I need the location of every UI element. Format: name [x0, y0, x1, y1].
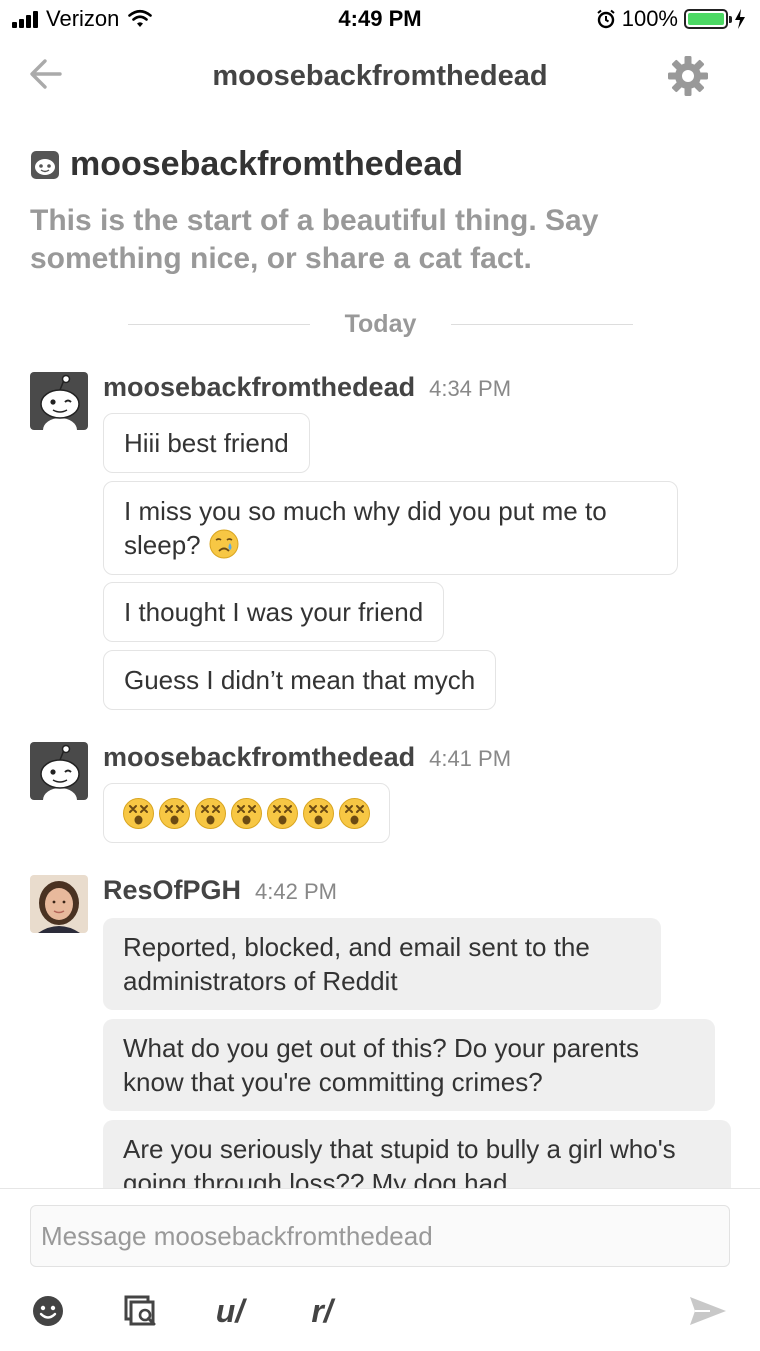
avatar[interactable] [30, 372, 88, 430]
snoo-icon [31, 150, 59, 179]
snoo-avatar-icon [30, 742, 88, 800]
user-mention-label: u/ [215, 1292, 245, 1329]
dizzy-face-icon [267, 797, 298, 829]
nav-bar: moosebackfromthedead [0, 40, 760, 114]
dizzy-face-icon [123, 797, 154, 829]
battery-fill [688, 13, 724, 25]
dizzy-face-icon [195, 797, 226, 829]
user-mention-button[interactable]: u/ [210, 1289, 250, 1333]
dizzy-face-icon [231, 797, 262, 829]
message-text: Guess I didn’t mean that mych [124, 665, 476, 695]
snoo-avatar-icon [30, 372, 88, 430]
charging-icon [735, 9, 745, 29]
avatar[interactable] [30, 875, 88, 933]
sender-name[interactable]: ResOfPGH [103, 875, 241, 906]
message-time: 4:42 PM [255, 879, 337, 904]
settings-button[interactable] [666, 54, 710, 98]
status-bar: Verizon 4:49 PM 100% [0, 0, 760, 40]
sender-name[interactable]: moosebackfromthedead [103, 372, 415, 403]
message-bubble[interactable]: Reported, blocked, and email sent to the… [103, 918, 661, 1010]
chat-title: moosebackfromthedead [212, 60, 548, 92]
message-bubble[interactable]: Guess I didn’t mean that mych [103, 650, 497, 710]
sender-line: moosebackfromthedead 4:34 PM [103, 372, 511, 403]
message-text: Hiii best friend [124, 428, 289, 458]
intro-title: moosebackfromthedead [30, 145, 730, 184]
message-bubble[interactable]: Hiii best friend [103, 413, 310, 473]
message-text: I miss you so much why did you put me to… [124, 496, 607, 560]
message-list[interactable]: moosebackfromthedead 4:34 PM Hiii best f… [0, 360, 760, 1188]
intro-username: moosebackfromthedead [70, 145, 463, 183]
message-time: 4:34 PM [429, 376, 512, 401]
image-search-button[interactable] [122, 1289, 162, 1333]
date-divider: Today [128, 308, 633, 342]
chat-intro: moosebackfromthedead This is the start o… [30, 145, 730, 278]
message-text: What do you get out of this? Do your par… [123, 1033, 639, 1097]
intro-description: This is the start of a beautiful thing. … [30, 204, 599, 275]
message-time: 4:41 PM [429, 746, 512, 771]
status-right: 100% [596, 6, 746, 32]
message-bubble[interactable]: Are you seriously that stupid to bully a… [103, 1120, 731, 1188]
composer: u/ r/ [0, 1188, 760, 1351]
message-text: I thought I was your friend [124, 597, 424, 627]
send-button[interactable] [686, 1289, 730, 1333]
sender-name[interactable]: moosebackfromthedead [103, 742, 415, 773]
divider-line-right [451, 324, 633, 325]
alarm-icon [597, 9, 615, 29]
gear-icon [668, 56, 708, 96]
subreddit-mention-label: r/ [311, 1292, 333, 1329]
message-bubble[interactable]: I miss you so much why did you put me to… [103, 481, 678, 575]
avatar[interactable] [30, 742, 88, 800]
user-photo-avatar [30, 875, 88, 933]
battery-icon [684, 9, 732, 29]
dizzy-face-icon [303, 797, 334, 829]
message-input-box[interactable] [30, 1205, 730, 1267]
dizzy-face-icon [339, 797, 370, 829]
image-search-icon [124, 1295, 156, 1326]
message-text: Reported, blocked, and email sent to the… [123, 932, 590, 996]
emoji-row [122, 796, 371, 830]
message-bubble[interactable] [103, 783, 390, 843]
dizzy-face-icon [159, 797, 190, 829]
emoji-button[interactable] [30, 1289, 66, 1333]
send-icon [690, 1297, 726, 1325]
battery-percent: 100% [621, 6, 678, 31]
message-text: Are you seriously that stupid to bully a… [123, 1134, 676, 1188]
sender-line: moosebackfromthedead 4:41 PM [103, 742, 511, 773]
sender-line: ResOfPGH 4:42 PM [103, 875, 337, 906]
message-bubble[interactable]: I thought I was your friend [103, 582, 445, 642]
smiley-icon [33, 1296, 63, 1326]
message-input[interactable] [31, 1206, 729, 1266]
subreddit-mention-button[interactable]: r/ [302, 1289, 342, 1333]
message-bubble[interactable]: What do you get out of this? Do your par… [103, 1019, 715, 1111]
crying-face-icon [209, 529, 239, 559]
